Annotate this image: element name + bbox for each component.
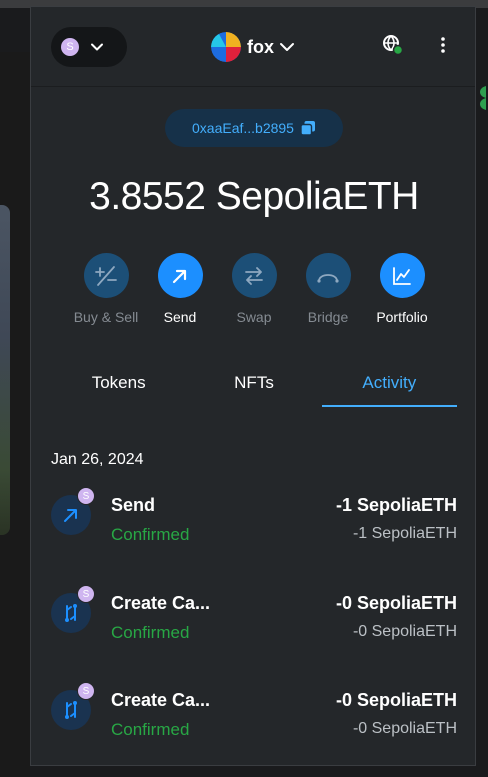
action-label: Portfolio [376, 309, 428, 325]
network-picker-button[interactable]: S [51, 27, 127, 67]
activity-status: Confirmed [111, 623, 190, 642]
send-arrow-icon [64, 509, 77, 522]
arrow-up-right-icon [172, 269, 187, 283]
portfolio-button[interactable]: Portfolio [365, 253, 439, 325]
activity-amount: -0 SepoliaETH [335, 593, 457, 613]
activity-status: Confirmed [111, 720, 190, 739]
chart-icon [393, 266, 411, 285]
activity-title: Send [111, 495, 156, 515]
action-buttons-row: Buy & Sell Send Swap Bridge Portfolio [69, 253, 439, 325]
action-label: Bridge [307, 309, 349, 325]
chevron-down-icon [280, 43, 294, 51]
swap-button[interactable]: Swap [217, 253, 291, 325]
action-circle [379, 253, 425, 298]
action-circle [305, 253, 351, 298]
app-header: S fox [31, 7, 475, 87]
network-badge: S [77, 487, 95, 505]
asset-tabs: Tokens NFTs Activity [51, 367, 458, 407]
metamask-popup: S fox 0xaaEaf...b2895 3.8552 SepoliaETH … [30, 6, 476, 766]
tab-tokens[interactable]: Tokens [51, 367, 186, 407]
copy-address-button[interactable]: 0xaaEaf...b2895 [165, 109, 343, 147]
tab-nfts[interactable]: NFTs [186, 367, 321, 407]
plus-minus-icon [95, 265, 117, 286]
account-picker-button[interactable]: fox [211, 31, 296, 63]
activity-secondary-amount: -1 SepoliaETH [352, 525, 457, 542]
bridge-button[interactable]: Bridge [291, 253, 365, 325]
activity-item[interactable]: S Create Ca... Confirmed -0 SepoliaETH -… [51, 585, 457, 653]
send-button[interactable]: Send [143, 253, 217, 325]
network-badge: S [77, 682, 95, 700]
buy-sell-button[interactable]: Buy & Sell [69, 253, 143, 325]
network-avatar: S [61, 38, 79, 56]
activity-amount: -1 SepoliaETH [335, 495, 457, 515]
activity-amount: -0 SepoliaETH [335, 690, 457, 710]
background-photo [0, 205, 10, 535]
network-badge: S [77, 585, 95, 603]
connected-site-globe-icon[interactable] [381, 33, 405, 57]
activity-date-header: Jan 26, 2024 [51, 451, 144, 468]
bridge-icon [317, 273, 339, 283]
account-address: 0xaaEaf...b2895 [192, 120, 294, 136]
account-avatar-icon [211, 32, 241, 62]
action-circle [157, 253, 203, 298]
activity-status: Confirmed [111, 525, 190, 544]
chevron-down-icon [91, 43, 103, 51]
account-name: fox [247, 36, 274, 57]
contract-interaction-icon [65, 701, 77, 719]
action-circle [231, 253, 277, 298]
balance-amount: 3.8552 SepoliaETH [89, 175, 419, 218]
activity-secondary-amount: -0 SepoliaETH [352, 623, 457, 640]
tab-activity[interactable]: Activity [321, 367, 458, 407]
action-label: Buy & Sell [73, 309, 139, 325]
more-options-icon[interactable] [433, 35, 453, 55]
activity-title: Create Ca... [111, 690, 211, 710]
swap-icon [245, 266, 263, 285]
activity-item[interactable]: S Send Confirmed -1 SepoliaETH -1 Sepoli… [51, 487, 457, 555]
activity-title: Create Ca... [111, 593, 211, 613]
activity-secondary-amount: -0 SepoliaETH [352, 720, 457, 737]
activity-item[interactable]: S Create Ca... Confirmed -0 SepoliaETH -… [51, 682, 457, 750]
contract-interaction-icon [65, 604, 77, 622]
action-label: Swap [236, 309, 272, 325]
action-circle [83, 253, 129, 298]
copy-icon [300, 121, 315, 136]
action-label: Send [163, 309, 197, 325]
